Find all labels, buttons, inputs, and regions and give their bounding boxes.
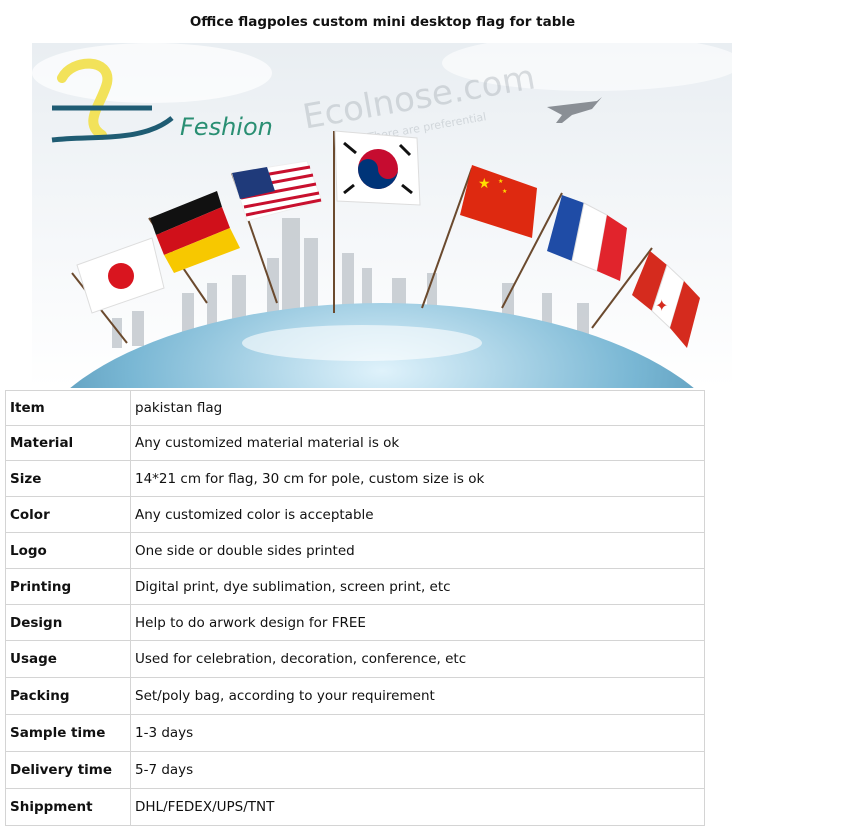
spec-label: Material: [5, 425, 131, 461]
spec-value: pakistan flag: [130, 390, 705, 426]
spec-value: 5-7 days: [130, 751, 705, 789]
table-row: Delivery time 5-7 days: [5, 751, 705, 789]
svg-text:★: ★: [478, 176, 491, 192]
svg-text:★: ★: [502, 188, 507, 195]
table-row: Logo One side or double sides printed: [5, 532, 705, 569]
spec-value: Digital print, dye sublimation, screen p…: [130, 568, 705, 605]
spec-value: Help to do arwork design for FREE: [130, 604, 705, 641]
spec-label: Design: [5, 604, 131, 641]
spec-value: DHL/FEDEX/UPS/TNT: [130, 788, 705, 826]
page-title: Office flagpoles custom mini desktop fla…: [189, 14, 576, 30]
flags-banner-image: Ecolnose.com There are preferential Fesh…: [32, 43, 732, 388]
table-row: Printing Digital print, dye sublimation, …: [5, 568, 705, 605]
table-row: Sample time 1-3 days: [5, 714, 705, 752]
spec-label: Printing: [5, 568, 131, 605]
table-row: Usage Used for celebration, decoration, c…: [5, 640, 705, 678]
spec-value: One side or double sides printed: [130, 532, 705, 569]
spec-value: Any customized material material is ok: [130, 425, 705, 461]
table-row: Color Any customized color is acceptable: [5, 496, 705, 533]
spec-label: Size: [5, 460, 131, 497]
spec-value: Set/poly bag, according to your requirem…: [130, 677, 705, 715]
spec-label: Color: [5, 496, 131, 533]
korea-flag: [334, 130, 421, 206]
spec-label: Shippment: [5, 788, 131, 826]
svg-text:✦: ✦: [655, 296, 668, 315]
spec-label: Logo: [5, 532, 131, 569]
table-row: Packing Set/poly bag, according to your r…: [5, 677, 705, 715]
table-row: Design Help to do arwork design for FREE: [5, 604, 705, 641]
table-row: Material Any customized material material…: [5, 425, 705, 461]
spec-value: Used for celebration, decoration, confer…: [130, 640, 705, 678]
spec-value: Any customized color is acceptable: [130, 496, 705, 533]
svg-text:Feshion: Feshion: [180, 113, 273, 141]
spec-label: Sample time: [5, 714, 131, 752]
specifications-table: Item pakistan flag Material Any customized …: [5, 390, 705, 826]
table-row: Shippment DHL/FEDEX/UPS/TNT: [5, 788, 705, 826]
table-row: Size 14*21 cm for flag, 30 cm for pole, c…: [5, 460, 705, 497]
spec-label: Usage: [5, 640, 131, 678]
spec-label: Delivery time: [5, 751, 131, 789]
spec-value: 1-3 days: [130, 714, 705, 752]
spec-label: Packing: [5, 677, 131, 715]
table-row: Item pakistan flag: [5, 390, 705, 426]
spec-label: Item: [5, 390, 131, 426]
spec-value: 14*21 cm for flag, 30 cm for pole, custo…: [130, 460, 705, 497]
svg-text:★: ★: [498, 178, 503, 185]
